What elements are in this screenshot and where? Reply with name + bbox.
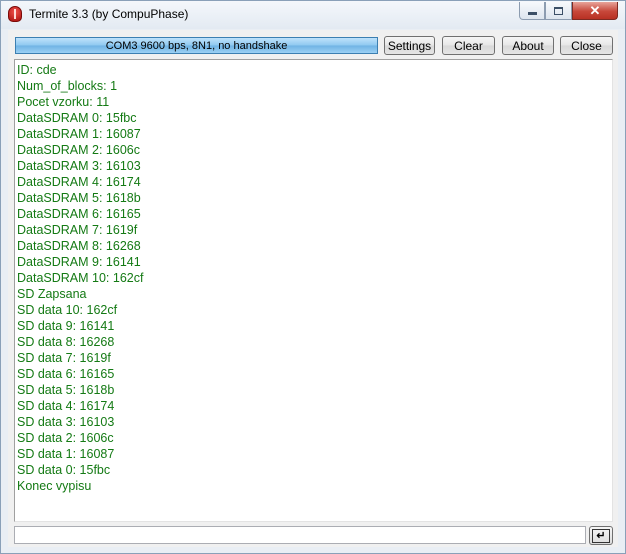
enter-icon: ↵	[592, 528, 610, 543]
minimize-icon	[527, 12, 537, 15]
log-line: SD data 7: 1619f	[17, 351, 111, 365]
log-line: SD data 6: 16165	[17, 367, 115, 381]
log-line: DataSDRAM 1: 16087	[17, 127, 141, 141]
log-lines: ID: cde Num_of_blocks: 1 Pocet vzorku: 11 D…	[15, 60, 612, 494]
log-line: Konec vypisu	[17, 479, 92, 493]
log-line: ID: cde	[17, 63, 57, 77]
termite-window: Termite 3.3 (by CompuPhase) ✕ COM3 9600 …	[0, 0, 626, 554]
log-line: DataSDRAM 7: 1619f	[17, 223, 138, 237]
log-line: SD data 10: 162cf	[17, 303, 118, 317]
send-button[interactable]: ↵	[589, 526, 613, 545]
title-bar[interactable]: Termite 3.3 (by CompuPhase) ✕	[1, 1, 625, 29]
clear-button[interactable]: Clear	[442, 36, 495, 55]
log-line: DataSDRAM 4: 16174	[17, 175, 141, 189]
minimize-button[interactable]	[519, 2, 545, 20]
window-title: Termite 3.3 (by CompuPhase)	[29, 7, 189, 21]
send-input[interactable]	[15, 527, 585, 543]
log-line: SD data 4: 16174	[17, 399, 115, 413]
log-line: DataSDRAM 8: 16268	[17, 239, 141, 253]
log-line: SD data 5: 1618b	[17, 383, 115, 397]
terminal-output[interactable]: ID: cde Num_of_blocks: 1 Pocet vzorku: 11 D…	[14, 59, 613, 522]
send-input-box[interactable]	[14, 526, 586, 544]
port-status-bar: COM3 9600 bps, 8N1, no handshake	[15, 37, 378, 54]
client-area: COM3 9600 bps, 8N1, no handshake Setting…	[8, 30, 618, 547]
about-button[interactable]: About	[502, 36, 554, 55]
maximize-button[interactable]	[545, 2, 572, 20]
log-line: DataSDRAM 9: 16141	[17, 255, 141, 269]
close-button[interactable]: Close	[560, 36, 613, 55]
settings-button[interactable]: Settings	[384, 36, 435, 55]
maximize-icon	[554, 6, 563, 15]
port-status-text: COM3 9600 bps, 8N1, no handshake	[105, 39, 288, 52]
window-close-button[interactable]: ✕	[572, 2, 618, 20]
log-line: DataSDRAM 3: 16103	[17, 159, 141, 173]
log-line: Pocet vzorku: 11	[17, 95, 110, 109]
log-line: DataSDRAM 5: 1618b	[17, 191, 141, 205]
log-line: SD data 1: 16087	[17, 447, 115, 461]
log-line: SD Zapsana	[17, 287, 87, 301]
log-line: SD data 0: 15fbc	[17, 463, 111, 477]
log-line: DataSDRAM 0: 15fbc	[17, 111, 137, 125]
log-line: DataSDRAM 6: 16165	[17, 207, 141, 221]
log-line: DataSDRAM 2: 1606c	[17, 143, 140, 157]
log-line: DataSDRAM 10: 162cf	[17, 271, 144, 285]
log-line: SD data 2: 1606c	[17, 431, 114, 445]
log-line: SD data 3: 16103	[17, 415, 115, 429]
log-line: Num_of_blocks: 1	[17, 79, 118, 93]
termite-app-icon[interactable]	[8, 6, 22, 22]
log-line: SD data 8: 16268	[17, 335, 115, 349]
close-icon: ✕	[589, 2, 601, 18]
log-line: SD data 9: 16141	[17, 319, 115, 333]
